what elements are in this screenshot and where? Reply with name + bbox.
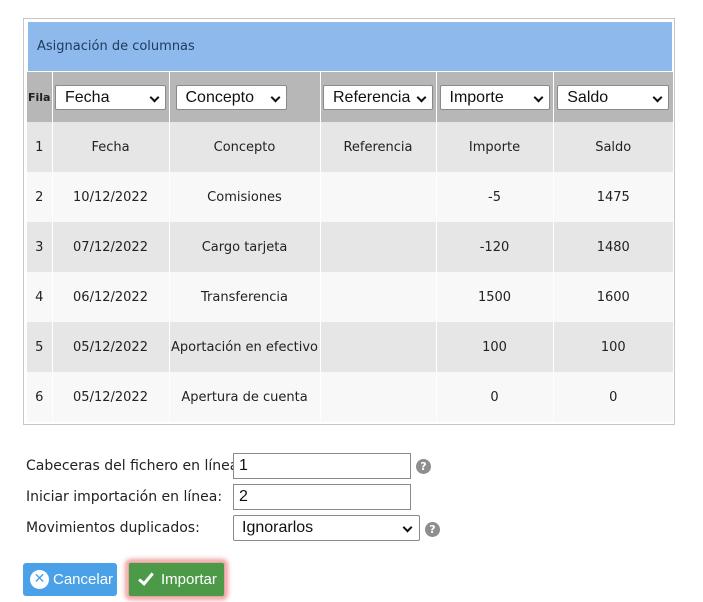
column-select-1[interactable]: Fecha (55, 84, 166, 110)
table-cell: 100 (436, 322, 554, 372)
table-cell: -120 (436, 222, 554, 272)
table-cell (320, 272, 437, 322)
table-cell: Concepto (169, 122, 321, 172)
table-cell: Transferencia (169, 272, 321, 322)
column-assignment-table: Fila Fecha Concepto Referencia Importe S… (27, 72, 673, 422)
chevron-down-icon (533, 92, 543, 102)
table-cell: Saldo (553, 122, 673, 172)
row-number: 3 (27, 222, 53, 272)
duplicates-label: Movimientos duplicados: (26, 520, 200, 536)
column-select-3[interactable]: Referencia (323, 84, 433, 110)
table-cell (320, 172, 437, 222)
table-cell: 0 (553, 372, 673, 422)
help-icon[interactable]: ? (425, 522, 440, 537)
table-cell (320, 222, 437, 272)
table-cell: 05/12/2022 (52, 372, 170, 422)
table-cell (320, 322, 437, 372)
column-select-2[interactable]: Concepto (175, 84, 287, 110)
duplicates-select[interactable]: Ignorarlos (233, 515, 420, 541)
row-number: 5 (27, 322, 53, 372)
fila-header: Fila (27, 72, 53, 122)
chevron-down-icon (402, 522, 413, 533)
panel-title: Asignación de columnas (28, 22, 672, 71)
table-row: 6 05/12/2022 Apertura de cuenta 0 0 (27, 372, 673, 422)
help-icon[interactable]: ? (416, 459, 431, 474)
table-cell: -5 (436, 172, 554, 222)
import-button[interactable]: Importar (128, 562, 225, 597)
table-cell: Comisiones (169, 172, 321, 222)
table-cell: Referencia (320, 122, 437, 172)
chevron-down-icon (652, 92, 663, 102)
table-row: 4 06/12/2022 Transferencia 1500 1600 (27, 272, 673, 322)
row-number: 6 (27, 372, 53, 422)
column-assignment-panel: Asignación de columnas Fila Fecha Concep… (23, 18, 675, 425)
close-icon: ✕ (30, 570, 49, 589)
table-cell: 05/12/2022 (52, 322, 170, 372)
header-line-input[interactable]: 1 (233, 453, 411, 479)
start-line-label: Iniciar importación en línea: (26, 489, 223, 505)
table-cell: 10/12/2022 (52, 172, 170, 222)
table-row: 3 07/12/2022 Cargo tarjeta -120 1480 (27, 222, 673, 272)
table-row: 5 05/12/2022 Aportación en efectivo 100 … (27, 322, 673, 372)
table-cell: Aportación en efectivo (169, 322, 321, 372)
chevron-down-icon (270, 92, 280, 102)
table-cell (320, 372, 437, 422)
row-number: 2 (27, 172, 53, 222)
cancel-button[interactable]: ✕ Cancelar (23, 563, 117, 596)
start-line-input[interactable]: 2 (233, 484, 411, 510)
table-cell: Importe (436, 122, 554, 172)
row-number: 4 (27, 272, 53, 322)
column-selector-row: Fila Fecha Concepto Referencia Importe S… (27, 72, 673, 122)
column-select-4[interactable]: Importe (439, 84, 550, 110)
table-cell: 07/12/2022 (52, 222, 170, 272)
table-cell: 1475 (553, 172, 673, 222)
table-cell: 1600 (553, 272, 673, 322)
table-cell: Fecha (52, 122, 170, 172)
table-cell: 100 (553, 322, 673, 372)
table-cell: 1480 (553, 222, 673, 272)
table-cell: Apertura de cuenta (169, 372, 321, 422)
check-icon (138, 569, 154, 586)
header-line-label: Cabeceras del fichero en línea: (26, 458, 244, 474)
chevron-down-icon (149, 92, 160, 102)
table-cell: 0 (436, 372, 554, 422)
table-cell: 1500 (436, 272, 554, 322)
table-cell: 06/12/2022 (52, 272, 170, 322)
row-number: 1 (27, 122, 53, 172)
table-row: 2 10/12/2022 Comisiones -5 1475 (27, 172, 673, 222)
table-row: 1 Fecha Concepto Referencia Importe Sald… (27, 122, 673, 172)
column-select-5[interactable]: Saldo (557, 84, 670, 110)
table-cell: Cargo tarjeta (169, 222, 321, 272)
chevron-down-icon (416, 92, 427, 102)
